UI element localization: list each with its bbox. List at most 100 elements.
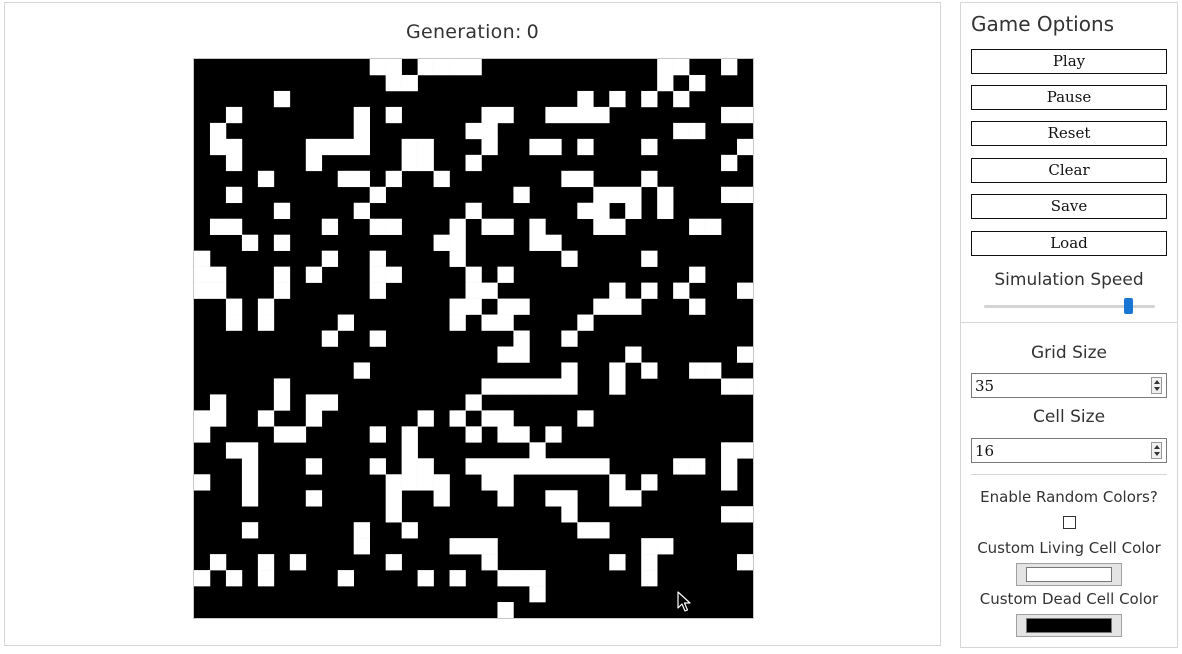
live-cell[interactable]	[257, 314, 275, 331]
live-cell[interactable]	[577, 90, 594, 108]
live-cell[interactable]	[321, 394, 339, 411]
live-cell[interactable]	[497, 218, 514, 235]
live-cell[interactable]	[385, 474, 402, 491]
live-cell[interactable]	[273, 234, 291, 251]
live-cell[interactable]	[433, 234, 450, 251]
live-cell[interactable]	[641, 474, 658, 491]
live-cell[interactable]	[194, 474, 211, 491]
live-cell[interactable]	[625, 186, 642, 204]
live-cell[interactable]	[721, 458, 738, 475]
live-cell[interactable]	[353, 522, 370, 539]
live-cell[interactable]	[641, 538, 658, 555]
live-cell[interactable]	[449, 298, 466, 315]
live-cell[interactable]	[561, 506, 578, 523]
live-cell[interactable]	[481, 122, 498, 140]
live-cell[interactable]	[641, 250, 658, 267]
live-cell[interactable]	[209, 410, 227, 427]
simulation-speed-slider[interactable]	[984, 298, 1155, 314]
live-cell[interactable]	[673, 59, 690, 76]
live-cell[interactable]	[577, 138, 594, 156]
dead-cell-color-picker[interactable]	[1016, 614, 1122, 637]
live-cell[interactable]	[609, 90, 626, 108]
live-cell[interactable]	[417, 458, 434, 475]
live-cell[interactable]	[513, 570, 530, 587]
live-cell[interactable]	[497, 298, 514, 315]
live-cell[interactable]	[641, 138, 658, 156]
live-cell[interactable]	[689, 298, 706, 315]
live-cell[interactable]	[385, 554, 402, 571]
live-cell[interactable]	[401, 458, 418, 475]
live-cell[interactable]	[609, 298, 626, 315]
live-cell[interactable]	[561, 362, 578, 379]
live-cell[interactable]	[385, 490, 402, 507]
live-cell[interactable]	[417, 410, 434, 427]
live-cell[interactable]	[513, 186, 530, 204]
live-cell[interactable]	[369, 282, 386, 299]
live-cell[interactable]	[433, 170, 450, 188]
live-cell[interactable]	[577, 170, 594, 188]
stepper-up-icon[interactable]	[1154, 380, 1160, 384]
live-cell[interactable]	[593, 106, 610, 124]
live-cell[interactable]	[561, 490, 578, 507]
live-cell[interactable]	[225, 154, 243, 172]
live-cell[interactable]	[497, 410, 514, 427]
live-cell[interactable]	[497, 106, 514, 124]
live-cell[interactable]	[225, 570, 243, 587]
live-cell[interactable]	[321, 250, 339, 267]
live-cell[interactable]	[497, 346, 514, 363]
live-cell[interactable]	[305, 410, 323, 427]
live-cell[interactable]	[369, 218, 386, 235]
live-cell[interactable]	[257, 410, 275, 427]
live-cell[interactable]	[641, 282, 658, 299]
live-cell[interactable]	[593, 298, 610, 315]
live-cell[interactable]	[465, 426, 482, 443]
live-cell[interactable]	[194, 570, 211, 587]
live-cell[interactable]	[273, 266, 291, 283]
live-cell[interactable]	[273, 202, 291, 220]
stepper-down-icon[interactable]	[1154, 387, 1160, 391]
live-cell[interactable]	[337, 138, 355, 156]
live-cell[interactable]	[513, 346, 530, 363]
play-button[interactable]: Play	[971, 49, 1167, 74]
live-cell[interactable]	[481, 378, 498, 395]
live-cell[interactable]	[545, 458, 562, 475]
cell-size-input[interactable]: 16	[971, 438, 1167, 463]
live-cell[interactable]	[353, 202, 370, 220]
live-cell[interactable]	[449, 538, 466, 555]
live-cell[interactable]	[337, 314, 355, 331]
live-cell[interactable]	[449, 59, 466, 76]
live-cell[interactable]	[721, 154, 738, 172]
live-cell[interactable]	[385, 59, 402, 76]
live-cell[interactable]	[481, 538, 498, 555]
live-cell[interactable]	[225, 138, 243, 156]
cell-size-stepper[interactable]	[1151, 442, 1162, 459]
live-cell[interactable]	[241, 522, 259, 539]
live-cell[interactable]	[481, 282, 498, 299]
live-cell[interactable]	[225, 314, 243, 331]
live-cell[interactable]	[689, 266, 706, 283]
live-cell[interactable]	[225, 218, 243, 235]
live-cell[interactable]	[369, 250, 386, 267]
live-cell[interactable]	[641, 90, 658, 108]
live-cell[interactable]	[497, 426, 514, 443]
live-cell[interactable]	[465, 394, 482, 411]
live-cell[interactable]	[241, 490, 259, 507]
live-cell[interactable]	[194, 250, 211, 267]
live-cell[interactable]	[417, 570, 434, 587]
live-cell[interactable]	[513, 426, 530, 443]
live-cell[interactable]	[609, 218, 626, 235]
live-cell[interactable]	[497, 570, 514, 587]
live-cell[interactable]	[305, 266, 323, 283]
live-cell[interactable]	[577, 314, 594, 331]
live-cell[interactable]	[209, 122, 227, 140]
live-cell[interactable]	[369, 458, 386, 475]
live-cell[interactable]	[737, 186, 753, 204]
live-cell[interactable]	[721, 474, 738, 491]
live-cell[interactable]	[545, 490, 562, 507]
live-cell[interactable]	[721, 59, 738, 76]
live-cell[interactable]	[209, 554, 227, 571]
live-cell[interactable]	[417, 154, 434, 172]
live-cell[interactable]	[737, 106, 753, 124]
live-cell[interactable]	[449, 314, 466, 331]
live-cell[interactable]	[385, 170, 402, 188]
